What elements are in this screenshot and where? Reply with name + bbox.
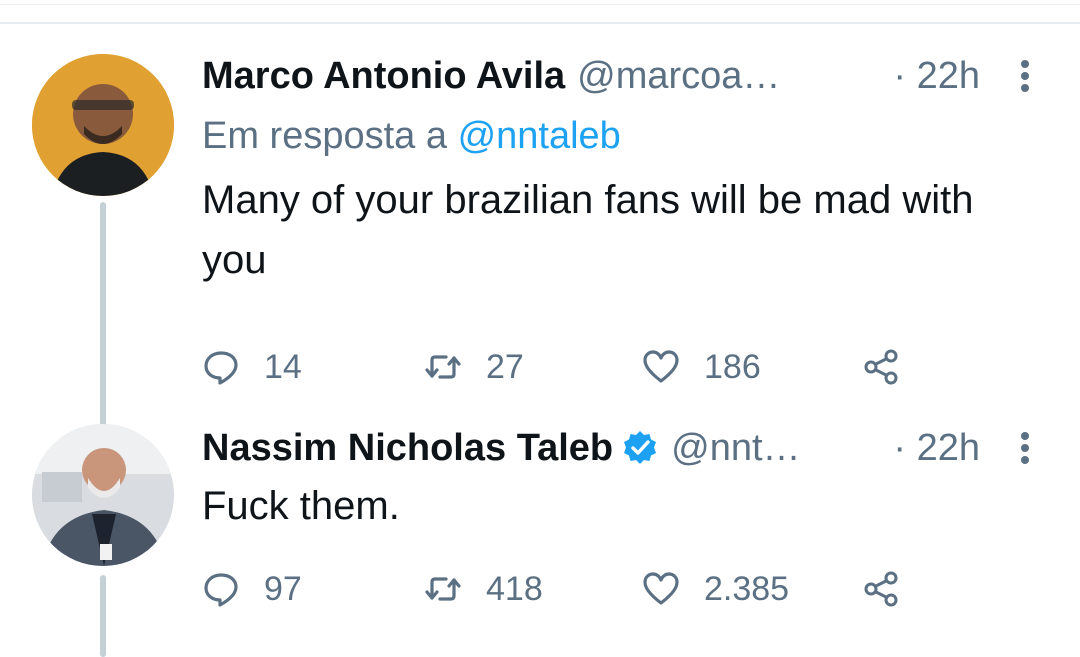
reply-to-label: Em resposta a [202, 115, 447, 157]
like-button[interactable]: 2.385 [642, 564, 789, 614]
top-divider [0, 0, 1080, 24]
reply-to-mention[interactable]: @nntaleb [458, 115, 621, 157]
tweet-header: Marco Antonio Avila @marcoa… · 22h [202, 50, 1040, 102]
avatar-image [32, 54, 174, 196]
like-button[interactable]: 186 [642, 342, 761, 392]
retweet-count: 27 [486, 347, 524, 386]
reply-context: Em resposta a @nntaleb [202, 108, 1040, 164]
user-handle[interactable]: @nnt… [671, 422, 800, 474]
user-handle[interactable]: @marcoa… [577, 50, 780, 102]
retweet-count: 418 [486, 569, 543, 608]
retweet-button[interactable]: 27 [424, 342, 524, 392]
display-name[interactable]: Nassim Nicholas Taleb [202, 422, 613, 474]
more-vertical-icon[interactable] [1010, 56, 1040, 96]
retweet-button[interactable]: 418 [424, 564, 543, 614]
reply-icon [204, 573, 238, 607]
like-count: 186 [704, 347, 761, 386]
avatar[interactable] [32, 54, 174, 196]
like-count: 2.385 [704, 569, 790, 608]
avatar[interactable] [32, 424, 174, 566]
share-button[interactable] [862, 342, 924, 392]
retweet-icon [425, 355, 461, 379]
tweet-header: Nassim Nicholas Taleb @nnt… · 22h [202, 422, 1040, 474]
reply-count: 14 [264, 347, 302, 386]
thread-line [100, 575, 106, 657]
reply-button[interactable]: 97 [202, 564, 302, 614]
verified-badge-icon [624, 431, 657, 464]
tweet-text: Fuck them. [202, 484, 400, 528]
reply-button[interactable]: 14 [202, 342, 302, 392]
tweet-actions: 97 418 2.385 [202, 564, 1040, 614]
share-button[interactable] [862, 564, 924, 614]
heart-icon [643, 572, 679, 605]
thread-line [100, 202, 106, 440]
tweet-content: Nassim Nicholas Taleb @nnt… · 22h Fuck t… [202, 422, 1040, 608]
heart-icon [643, 350, 679, 383]
tweet-text: Many of your brazilian fans will be mad … [202, 178, 974, 282]
retweet-icon [425, 577, 461, 601]
share-icon [864, 571, 898, 607]
timestamp[interactable]: · 22h [893, 50, 980, 102]
share-icon [864, 349, 898, 385]
tweet-content: Marco Antonio Avila @marcoa… · 22h Em re… [202, 50, 1040, 386]
avatar-image [32, 424, 174, 566]
reply-count: 97 [264, 569, 302, 608]
tweet[interactable]: Marco Antonio Avila @marcoa… · 22h Em re… [0, 22, 1080, 440]
more-vertical-icon[interactable] [1010, 428, 1040, 468]
reply-icon [204, 351, 238, 385]
display-name[interactable]: Marco Antonio Avila [202, 50, 565, 102]
tweet[interactable]: Nassim Nicholas Taleb @nnt… · 22h Fuck t… [0, 417, 1080, 657]
timestamp[interactable]: · 22h [893, 422, 980, 474]
tweet-actions: 14 27 186 [202, 342, 1040, 392]
